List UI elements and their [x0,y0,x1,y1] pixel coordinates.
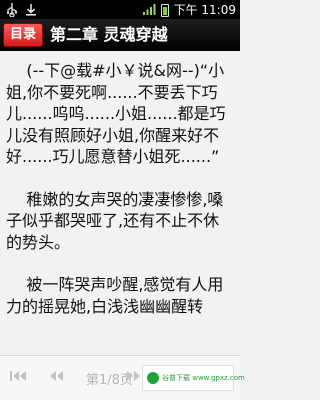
ad-banner[interactable]: 谷普下载 www.gpxz.com [142,365,245,391]
first-page-icon[interactable] [8,368,28,384]
title-bar: 目录 第二章 灵魂穿越 [0,19,240,51]
battery-icon [160,4,169,17]
status-right-icons: 下午 11:09 [142,1,236,20]
ad-logo-icon [147,372,159,384]
content-paragraph: (--下@载#小￥说&网--)“小姐,你不要死啊......不要丢下巧儿....… [6,61,226,166]
chapter-title: 第二章 灵魂穿越 [50,25,168,44]
status-time: 下午 11:09 [173,3,236,17]
next-page-icon[interactable] [124,368,144,384]
signal-icon [142,1,156,20]
ad-text: 谷普下载 www.gpxz.com [162,374,245,382]
reading-content[interactable]: (--下@载#小￥说&网--)“小姐,你不要死啊......不要丢下巧儿....… [0,51,240,355]
prev-page-icon[interactable] [46,368,66,384]
content-paragraph: 稚嫩的女声哭的凄凄惨惨,嗓子似乎都哭哑了,还有不止不休的势头。 [6,189,224,252]
status-bar: 下午 11:09 [0,0,240,19]
page-navigation-bar: 第1/8页 谷普下载 www.gpxz.com [0,355,245,400]
content-paragraph: 被一阵哭声吵醒,感觉有人用力的摇晃她,白浅浅幽幽醒转 [6,275,224,316]
table-of-contents-button[interactable]: 目录 [3,23,43,47]
